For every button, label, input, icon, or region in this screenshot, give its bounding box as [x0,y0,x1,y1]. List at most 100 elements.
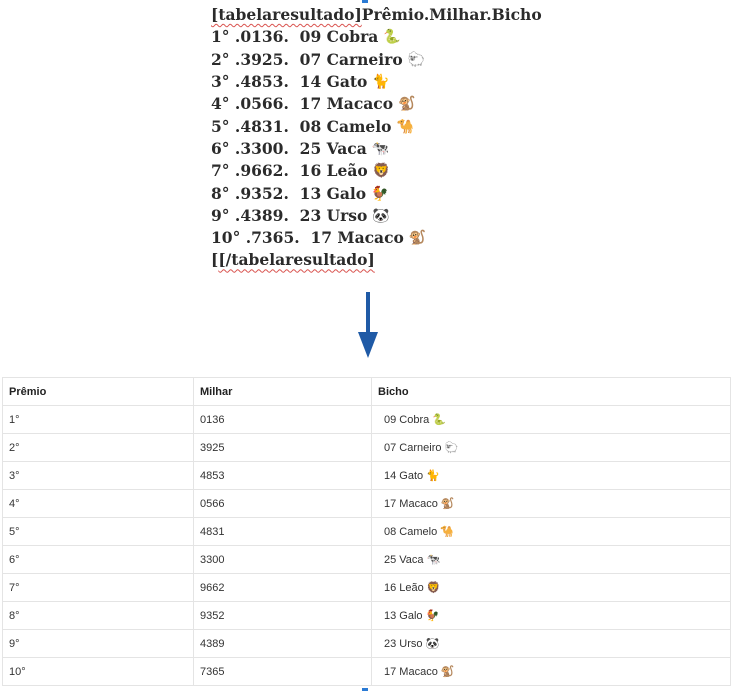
cell-premio: 9° [2,629,194,658]
doc-close-line: [[/tabelaresultado] [211,249,542,271]
cell-premio: 1° [2,405,194,434]
table-row: 4° 0566 17 Macaco 🐒 [2,489,731,518]
doc-result-line: 5° .4831. 08 Camelo 🐪 [211,115,542,137]
animal-emoji-icon: 🐓 [371,185,389,202]
cell-bicho: 17 Macaco 🐒 [371,489,731,518]
cell-milhar: 3925 [193,433,372,462]
table-row: 10° 7365 17 Macaco 🐒 [2,657,731,686]
cell-premio: 4° [2,489,194,518]
cell-milhar: 4831 [193,517,372,546]
animal-emoji-icon: 🐪 [396,118,414,135]
animal-emoji-icon: 🐪 [440,526,454,538]
cell-bicho-label: 14 Gato [384,470,424,482]
table-row: 7° 9662 16 Leão 🦁 [2,573,731,602]
cell-bicho-label: 09 Cobra [384,414,430,426]
cell-premio: 10° [2,657,194,686]
cell-premio: 8° [2,601,194,630]
animal-emoji-icon: 🐼 [372,207,390,224]
doc-line-text: 5° .4831. 08 Camelo [211,116,392,136]
doc-close-bracket-open: [ [211,250,219,270]
column-header-milhar: Milhar [193,377,372,406]
results-table: Prêmio Milhar Bicho 1° 0136 09 Cobra 🐍 2° 392… [2,377,731,686]
cell-premio: 7° [2,573,194,602]
animal-emoji-icon: 🐄 [371,140,390,157]
cell-bicho-label: 23 Urso [384,638,423,650]
doc-result-line: 9° .4389. 23 Urso 🐼 [211,205,542,227]
animal-emoji-icon: 🐑 [407,51,426,68]
doc-result-lines: 1° .0136. 09 Cobra 🐍 2° .3925. 07 Carneiro… [211,26,542,249]
doc-result-line: 6° .3300. 25 Vaca 🐄 [211,138,542,160]
table-row: 8° 9352 13 Galo 🐓 [2,601,731,630]
cell-milhar: 0136 [193,405,372,434]
cell-bicho: 09 Cobra 🐍 [371,405,731,434]
animal-emoji-icon: 🐒 [408,230,427,247]
animal-emoji-icon: 🦁 [426,582,441,594]
cell-bicho-label: 08 Camelo [384,526,438,538]
table-header-row: Prêmio Milhar Bicho [2,377,731,406]
column-header-premio: Prêmio [2,377,194,406]
cell-bicho: 17 Macaco 🐒 [371,657,731,686]
animal-emoji-icon: 🐍 [432,414,446,426]
doc-header-text: Prêmio.Milhar.Bicho [361,5,542,25]
doc-open-line: [tabelaresultado] Prêmio.Milhar.Bicho [211,4,542,26]
doc-line-text: 8° .9352. 13 Galo [211,183,367,203]
doc-line-text: 2° .3925. 07 Carneiro [211,49,403,69]
cell-milhar: 9352 [193,601,372,630]
cell-bicho-label: 16 Leão [384,582,424,594]
doc-line-text: 10° .7365. 17 Macaco [211,228,404,248]
animal-emoji-icon: 🐈 [372,74,390,91]
animal-emoji-icon: 🐒 [440,666,455,678]
cell-bicho: 16 Leão 🦁 [371,573,731,602]
cell-milhar: 3300 [193,545,372,574]
doc-line-text: 9° .4389. 23 Urso [211,205,368,225]
cell-milhar: 4853 [193,461,372,490]
doc-line-text: 1° .0136. 09 Cobra [211,27,379,47]
animal-emoji-icon: 🐒 [398,96,416,113]
cell-bicho: 14 Gato 🐈 [371,461,731,490]
cell-premio: 3° [2,461,194,490]
doc-result-line: 7° .9662. 16 Leão 🦁 [211,160,542,182]
animal-emoji-icon: 🦁 [372,163,391,180]
animal-emoji-icon: 🐒 [440,498,455,510]
column-header-bicho: Bicho [371,377,731,406]
animal-emoji-icon: 🐄 [426,554,441,566]
doc-result-line: 2° .3925. 07 Carneiro 🐑 [211,49,542,71]
doc-result-line: 10° .7365. 17 Macaco 🐒 [211,227,542,249]
table-row: 1° 0136 09 Cobra 🐍 [2,405,731,434]
doc-line-text: 6° .3300. 25 Vaca [211,138,367,158]
table-row: 9° 4389 23 Urso 🐼 [2,629,731,658]
cell-bicho-label: 25 Vaca [384,554,424,566]
doc-line-text: 7° .9662. 16 Leão [211,161,368,181]
cell-bicho-label: 07 Carneiro [384,442,442,454]
cell-milhar: 4389 [193,629,372,658]
animal-emoji-icon: 🐑 [444,442,459,454]
doc-open-tag: [tabelaresultado] [211,5,362,25]
cell-bicho: 13 Galo 🐓 [371,601,731,630]
cell-bicho: 07 Carneiro 🐑 [371,433,731,462]
table-row: 2° 3925 07 Carneiro 🐑 [2,433,731,462]
doc-line-text: 3° .4853. 14 Gato [211,72,368,92]
table-row: 5° 4831 08 Camelo 🐪 [2,517,731,546]
doc-close-tag: [/tabelaresultado] [218,250,375,270]
cell-bicho: 23 Urso 🐼 [371,629,731,658]
cell-bicho-label: 17 Macaco [384,666,438,678]
cell-premio: 5° [2,517,194,546]
cell-premio: 6° [2,545,194,574]
animal-emoji-icon: 🐓 [425,610,440,622]
doc-line-text: 4° .0566. 17 Macaco [211,94,394,114]
animal-emoji-icon: 🐼 [425,638,440,650]
cell-bicho-label: 13 Galo [384,610,423,622]
doc-result-line: 3° .4853. 14 Gato 🐈 [211,71,542,93]
doc-result-line: 8° .9352. 13 Galo 🐓 [211,182,542,204]
animal-emoji-icon: 🐍 [383,29,401,46]
cell-bicho-label: 17 Macaco [384,498,438,510]
text-cursor-marker [362,0,368,3]
table-row: 3° 4853 14 Gato 🐈 [2,461,731,490]
cell-bicho: 25 Vaca 🐄 [371,545,731,574]
animal-emoji-icon: 🐈 [426,470,440,482]
source-document[interactable]: [tabelaresultado] Prêmio.Milhar.Bicho 1° … [211,4,542,272]
cell-premio: 2° [2,433,194,462]
doc-result-line: 1° .0136. 09 Cobra 🐍 [211,26,542,48]
table-row: 6° 3300 25 Vaca 🐄 [2,545,731,574]
cell-milhar: 0566 [193,489,372,518]
